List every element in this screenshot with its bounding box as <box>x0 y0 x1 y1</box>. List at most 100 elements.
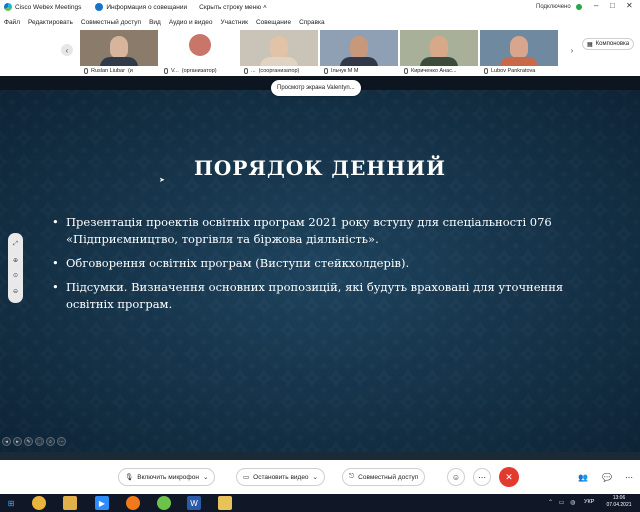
meeting-controls: 🎙 Включить микрофон ⌄ ▭ Остановить видео… <box>0 460 640 494</box>
close-icon: ✕ <box>505 471 513 482</box>
scroll-left-button[interactable]: ‹ <box>61 44 73 56</box>
windows-start-icon[interactable]: ⊞ <box>4 496 18 510</box>
webex-logo-icon <box>4 3 12 11</box>
close-window-button[interactable]: ✕ <box>626 1 633 10</box>
chevron-down-icon[interactable]: ⌄ <box>313 473 318 481</box>
windows-taskbar: ⊞ ▶ W ⌃ ▭ ◍ УКР 13:06 07.04.2021 <box>0 494 640 512</box>
layout-label: Компоновка <box>595 41 630 47</box>
participant-tile-active[interactable]: Ільчук М М <box>320 30 398 76</box>
previous-icon[interactable]: ◂ <box>2 437 11 446</box>
reactions-button[interactable]: ☺ <box>447 468 465 486</box>
leave-meeting-button[interactable]: ✕ <box>499 467 519 487</box>
hide-menu-button[interactable]: Скрыть строку меню ˄ <box>199 4 267 11</box>
share-label: Совместный доступ <box>358 473 419 481</box>
menu-audio-video[interactable]: Аудио и видео <box>169 19 213 26</box>
layout-icon: ▦ <box>587 41 593 48</box>
presenter-tag[interactable]: Просмотр экрана Valentyn... <box>271 80 361 96</box>
menu-bar: Файл Редактировать Совместный доступ Вид… <box>0 16 640 28</box>
zoom-in-icon[interactable]: ⊕ <box>13 257 18 264</box>
participant-role: (и <box>127 68 133 74</box>
search-icon[interactable]: ⌕ <box>46 437 55 446</box>
participant-face <box>110 36 128 58</box>
chevron-down-icon[interactable]: ⌄ <box>203 473 208 481</box>
minimize-button[interactable]: – <box>594 1 598 10</box>
menu-share[interactable]: Совместный доступ <box>81 19 141 26</box>
layout-button[interactable]: ▦ Компоновка <box>582 38 635 50</box>
next-icon[interactable]: ▸ <box>13 437 22 446</box>
microphone-icon <box>164 68 168 74</box>
video-button[interactable]: ▭ Остановить видео ⌄ <box>236 468 325 486</box>
participant-tile[interactable]: Ruslan Liubar (и <box>80 30 158 76</box>
more-icon[interactable]: ⋯ <box>57 437 66 446</box>
meeting-info-tab[interactable]: Информация о совещании <box>95 3 187 11</box>
microphone-icon <box>244 68 248 74</box>
sticky-notes-icon[interactable] <box>218 496 232 510</box>
firefox-icon[interactable] <box>126 496 140 510</box>
participant-face <box>270 36 288 58</box>
more-icon: ⋯ <box>478 472 486 482</box>
share-icon: ⎋ <box>349 473 355 480</box>
zoom-fit-icon[interactable]: ⊙ <box>13 272 18 279</box>
participants-panel-button[interactable]: 👥 <box>574 468 592 486</box>
zoom-out-icon[interactable]: ⊖ <box>13 288 18 295</box>
microphone-icon: 🎙 <box>125 474 134 481</box>
participant-name: Ruslan Liubar <box>91 68 125 74</box>
participant-label: Ільчук М М <box>320 66 398 76</box>
zoom-app-icon[interactable]: ▶ <box>95 496 109 510</box>
word-icon[interactable]: W <box>187 496 201 510</box>
pen-icon[interactable]: ✎ <box>24 437 33 446</box>
maximize-button[interactable]: □ <box>610 1 615 10</box>
chat-panel-button[interactable]: 💬 <box>598 468 616 486</box>
clock-time: 13:06 <box>612 495 626 501</box>
participant-face <box>510 36 528 58</box>
menu-help[interactable]: Справка <box>299 19 325 26</box>
system-tray[interactable]: ⌃ ▭ ◍ <box>548 499 577 506</box>
mute-label: Включить микрофон <box>137 473 199 481</box>
participant-name: Ільчук М М <box>331 68 359 74</box>
more-options-button[interactable]: ⋯ <box>473 468 491 486</box>
participant-role: (организатор) <box>181 68 217 74</box>
more-icon: ⋯ <box>625 472 633 482</box>
microphone-icon <box>84 68 88 74</box>
scroll-right-button[interactable]: › <box>566 44 578 56</box>
participant-video <box>240 30 318 71</box>
file-explorer-icon[interactable] <box>63 496 77 510</box>
participant-name: V... <box>171 68 179 74</box>
menu-participant[interactable]: Участник <box>221 19 248 26</box>
participant-tile[interactable]: V... (организатор) <box>160 30 238 76</box>
participant-avatar-area <box>160 30 238 66</box>
connection-status-icon <box>576 4 582 10</box>
participants-icon: 👥 <box>578 472 588 482</box>
smile-icon: ☺ <box>451 472 461 482</box>
participant-tile[interactable]: Lubov Pankratova <box>480 30 558 76</box>
mouse-cursor-icon: ➤ <box>159 177 165 184</box>
participant-tile[interactable]: Кириченко Анас... <box>400 30 478 76</box>
slide-bullet: Підсумки. Визначення основних пропозицій… <box>52 279 572 313</box>
panel-more-button[interactable]: ⋯ <box>620 468 638 486</box>
select-icon[interactable]: ⬚ <box>35 437 44 446</box>
webex-taskbar-icon[interactable] <box>157 496 171 510</box>
connection-status: Подключено <box>536 4 571 10</box>
slide-bullet: Обговорення освітніх програм (Виступи ст… <box>52 255 572 272</box>
menu-edit[interactable]: Редактировать <box>28 19 73 26</box>
participant-name: ... <box>251 68 256 74</box>
taskbar-clock[interactable]: 13:06 07.04.2021 <box>604 495 634 509</box>
chrome-icon[interactable] <box>32 496 46 510</box>
participant-label: Ruslan Liubar (и <box>80 66 158 76</box>
clock-date: 07.04.2021 <box>606 502 632 508</box>
annotation-toolbar: ◂ ▸ ✎ ⬚ ⌕ ⋯ <box>2 437 66 446</box>
slide-title: ПОРЯДОК ДЕННИЙ <box>194 156 446 180</box>
participant-face <box>430 36 448 58</box>
participant-tile-active[interactable]: ... (соорганизатор) <box>240 30 318 76</box>
menu-view[interactable]: Вид <box>149 19 161 26</box>
menu-file[interactable]: Файл <box>4 19 20 26</box>
menu-meeting[interactable]: Совещание <box>256 19 291 26</box>
presentation-slide: ПОРЯДОК ДЕННИЙ Презентація проектів осві… <box>0 90 640 452</box>
expand-icon[interactable]: ⤢ <box>13 241 18 248</box>
mute-button[interactable]: 🎙 Включить микрофон ⌄ <box>118 468 216 486</box>
input-language[interactable]: УКР <box>584 499 594 505</box>
participant-video <box>80 30 158 71</box>
share-button[interactable]: ⎋ Совместный доступ <box>342 468 426 486</box>
chat-icon: 💬 <box>602 472 612 482</box>
app-title-text: Cisco Webex Meetings <box>15 3 82 11</box>
